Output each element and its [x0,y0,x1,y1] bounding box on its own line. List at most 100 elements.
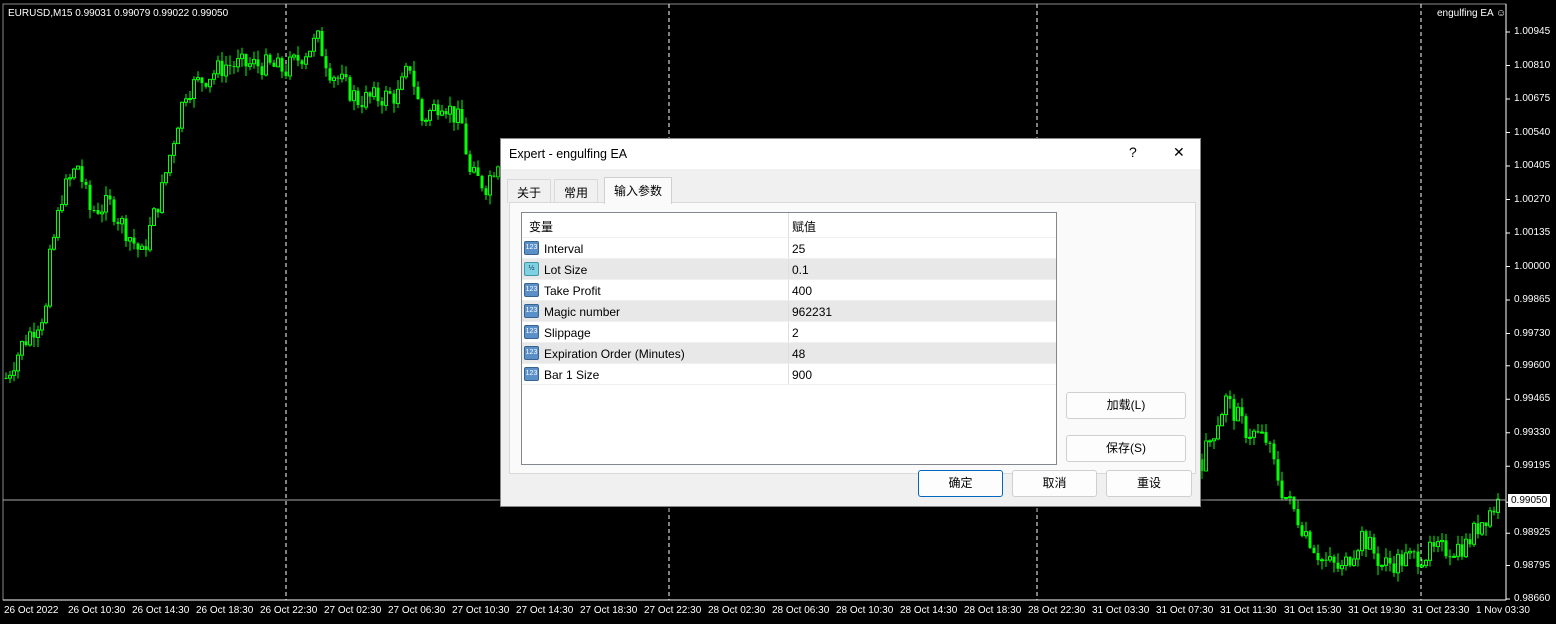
param-name: Bar 1 Size [544,368,600,382]
candle-bear [268,54,272,63]
candle-bull [16,354,20,372]
candle-bear [1324,559,1328,561]
candle-bull [1488,510,1492,527]
candle-bull [1404,552,1408,567]
param-row[interactable]: 123 Bar 1 Size 900 [522,364,1056,385]
candle-bull [1436,541,1440,548]
candle-bull [60,203,64,212]
candle-bear [1348,557,1352,566]
time-tick: 31 Oct 19:30 [1348,605,1406,616]
reset-button[interactable]: 重设 [1106,470,1192,497]
candle-bear [1400,554,1404,566]
column-value[interactable]: 赋值 [792,218,816,235]
time-tick: 31 Oct 11:30 [1220,605,1277,616]
param-value[interactable]: 25 [792,242,805,256]
candle-bull [1320,559,1324,562]
candle-bull [120,217,124,225]
tab-about[interactable]: 关于 [507,179,552,203]
candle-bear [1416,551,1420,567]
column-variable[interactable]: 变量 [529,218,553,235]
param-value[interactable]: 962231 [792,305,832,319]
candle-bear [1308,531,1312,548]
candle-bull [1288,496,1292,499]
param-value[interactable]: 400 [792,284,812,298]
candle-bear [468,154,472,173]
price-tick: 1.00405 [1514,160,1551,171]
candle-bull [20,340,24,356]
param-value[interactable]: 48 [792,347,805,361]
time-tick: 28 Oct 02:30 [708,605,766,616]
price-tick: 0.99865 [1514,294,1551,305]
candle-bear [200,77,204,84]
candle-bear [328,68,332,81]
candle-bear [380,101,384,106]
price-tick: 1.00945 [1514,26,1551,37]
candle-bull [404,65,408,78]
candle-bull [1360,530,1364,552]
candle-bear [228,65,232,67]
time-tick: 31 Oct 23:30 [1412,605,1470,616]
candle-bear [376,87,380,102]
candle-bear [1268,442,1272,444]
help-button[interactable]: ? [1129,144,1137,160]
close-button[interactable]: ✕ [1173,144,1185,161]
candle-bull [240,53,244,60]
param-name: Magic number [544,305,621,319]
candle-bear [368,92,372,97]
candle-bear [96,210,100,214]
candle-bull [332,77,336,81]
param-row[interactable]: 123 Take Profit 400 [522,280,1056,301]
candle-bull [44,305,48,324]
load-button[interactable]: 加载(L) [1066,392,1186,419]
param-row[interactable]: 123 Slippage 2 [522,322,1056,343]
candle-bull [1408,550,1412,554]
param-row[interactable]: ½ Lot Size 0.1 [522,259,1056,280]
candle-bull [1452,555,1456,558]
param-row[interactable]: 123 Interval 25 [522,238,1056,259]
price-tick: 0.99730 [1514,327,1551,339]
tab-common[interactable]: 常用 [554,179,599,203]
tab-inputs[interactable]: 输入参数 [604,177,673,204]
candle-bull [312,37,316,52]
expert-dialog: Expert - engulfing EA ? ✕ 关于 常用 变量 赋值 12… [500,138,1201,507]
candle-bull [184,98,188,103]
candle-bull [1328,556,1332,561]
candle-bull [1252,430,1256,438]
candle-bear [464,123,468,155]
price-tick: 0.99465 [1514,393,1551,405]
candle-bull [252,58,256,65]
param-value[interactable]: 0.1 [792,263,809,277]
save-button[interactable]: 保存(S) [1066,435,1186,462]
candle-bull [1284,496,1288,499]
integer-type-icon: 123 [524,325,539,339]
time-tick: 26 Oct 10:30 [68,605,126,616]
candle-bear [1280,480,1284,499]
candle-bull [1456,543,1460,557]
candle-bear [480,175,484,189]
candle-bear [1476,523,1480,535]
candle-bear [1388,557,1392,564]
time-tick: 31 Oct 15:30 [1284,605,1342,616]
candle-bear [1412,551,1416,553]
candle-bear [344,74,348,78]
time-tick: 31 Oct 07:30 [1156,605,1214,616]
candle-bull [1344,556,1348,566]
candle-bull [432,103,436,112]
candle-bear [492,175,496,177]
cancel-button[interactable]: 取消 [1012,470,1097,497]
candle-bull [36,329,40,338]
param-row[interactable]: 123 Expiration Order (Minutes) 48 [522,343,1056,364]
candle-bull [148,224,152,251]
candle-bear [296,55,300,61]
candle-bear [1332,556,1336,563]
candle-bear [320,31,324,57]
param-value[interactable]: 2 [792,326,799,340]
param-value[interactable]: 900 [792,368,812,382]
candle-bear [1240,407,1244,417]
time-tick: 28 Oct 18:30 [964,605,1022,616]
candle-bear [92,210,96,212]
candle-bull [56,210,60,238]
param-row[interactable]: 123 Magic number 962231 [522,301,1056,322]
ok-button[interactable]: 确定 [918,470,1003,497]
candle-bull [208,78,212,88]
